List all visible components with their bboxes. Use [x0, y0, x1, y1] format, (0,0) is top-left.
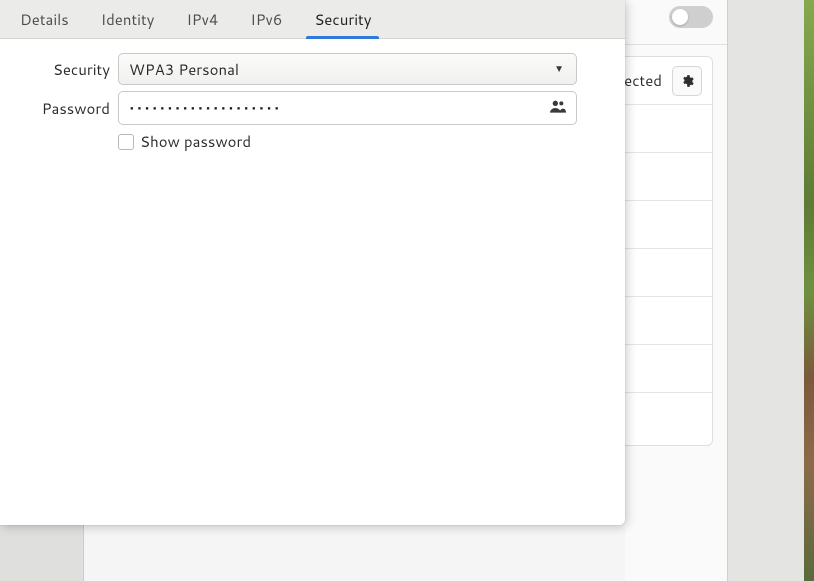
tab-details[interactable]: Details [4, 0, 85, 38]
desktop-wallpaper-strip [804, 0, 814, 581]
tab-label: IPv6 [250, 9, 282, 30]
security-select[interactable]: WPA3 Personal ▼ [118, 53, 577, 85]
security-row: Security WPA3 Personal ▼ [20, 53, 577, 85]
security-form: Security WPA3 Personal ▼ Password Show p… [0, 39, 625, 166]
tab-label: Details [20, 9, 69, 30]
password-field-wrap [118, 91, 577, 125]
security-select-value: WPA3 Personal [129, 59, 239, 80]
password-input[interactable] [129, 95, 548, 121]
wifi-settings-dialog: Details Identity IPv4 IPv6 Security Secu… [0, 0, 625, 525]
tab-ipv4[interactable]: IPv4 [170, 0, 234, 38]
password-label: Password [20, 98, 110, 119]
show-password-label: Show password [140, 131, 251, 152]
gear-icon [680, 74, 694, 88]
tab-identity[interactable]: Identity [85, 0, 171, 38]
password-row: Password [20, 91, 577, 125]
network-settings-button[interactable] [672, 66, 702, 96]
tab-security[interactable]: Security [298, 0, 387, 38]
security-label: Security [20, 59, 110, 80]
tab-ipv6[interactable]: IPv6 [234, 0, 298, 38]
chevron-down-icon: ▼ [554, 62, 564, 76]
connection-status: ected [624, 70, 662, 91]
tab-label: Security [314, 9, 371, 30]
dialog-shadow [0, 525, 625, 581]
tab-label: Identity [101, 9, 155, 30]
users-icon[interactable] [548, 96, 568, 120]
tab-label: IPv4 [186, 9, 218, 30]
wifi-toggle[interactable] [669, 6, 713, 28]
tab-bar: Details Identity IPv4 IPv6 Security [0, 0, 625, 39]
show-password-row: Show password [118, 131, 577, 152]
show-password-checkbox[interactable] [118, 134, 134, 150]
